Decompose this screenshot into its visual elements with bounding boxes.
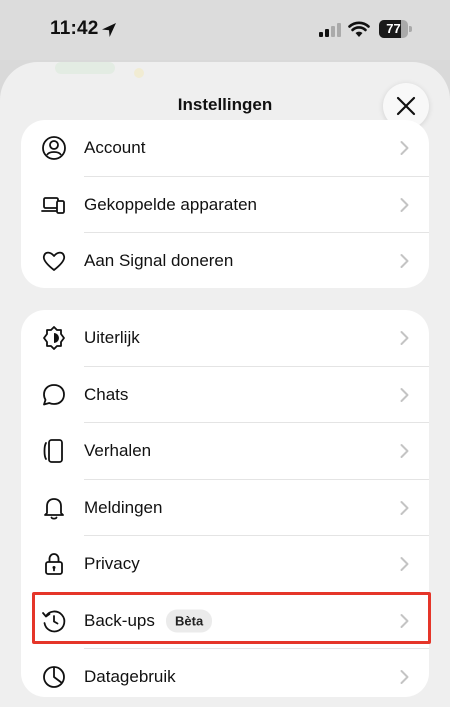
chevron-right-icon — [400, 557, 409, 572]
settings-row-label: Uiterlijk — [84, 328, 140, 348]
battery-icon: 77 — [379, 20, 412, 38]
chevron-right-icon — [400, 331, 409, 346]
lock-icon — [45, 553, 63, 576]
settings-row-label: Privacy — [84, 554, 140, 574]
chat-bubble-icon — [43, 383, 65, 406]
settings-row-label: Aan Signal doneren — [84, 251, 234, 271]
chevron-right-icon — [400, 444, 409, 459]
chevron-right-icon — [400, 141, 409, 156]
status-bar: 11:42 77 — [0, 0, 450, 60]
wifi-icon — [348, 21, 370, 37]
background-blur-dot — [134, 68, 144, 78]
person-circle-icon — [42, 136, 66, 161]
battery-level: 77 — [386, 21, 401, 36]
chevron-right-icon — [400, 670, 409, 685]
settings-row-notifications[interactable]: Meldingen — [21, 480, 429, 536]
chevron-right-icon — [400, 254, 409, 269]
settings-row-privacy[interactable]: Privacy — [21, 536, 429, 593]
settings-group-general: Uiterlijk Chats Verhalen Meldingen Priva… — [21, 310, 429, 697]
settings-row-stories[interactable]: Verhalen — [21, 423, 429, 480]
chevron-right-icon — [400, 197, 409, 212]
pie-chart-icon — [43, 666, 65, 689]
status-time: 11:42 — [50, 18, 99, 39]
beta-badge: Bèta — [166, 609, 213, 633]
chevron-right-icon — [400, 500, 409, 515]
settings-group-account: Account Gekoppelde apparaten Aan Signal … — [21, 120, 429, 288]
settings-row-label: Back-ups — [84, 610, 155, 630]
settings-row-appearance[interactable]: Uiterlijk — [21, 310, 429, 367]
settings-row-label: Datagebruik — [84, 667, 176, 687]
settings-row-label: Meldingen — [84, 497, 163, 517]
settings-row-label: Gekoppelde apparaten — [84, 194, 257, 214]
bell-icon — [44, 497, 64, 520]
backup-clock-icon — [42, 610, 66, 633]
settings-row-donate[interactable]: Aan Signal doneren — [21, 233, 429, 288]
chevron-right-icon — [400, 387, 409, 402]
devices-icon — [41, 196, 65, 214]
background-blur-shape — [55, 62, 115, 74]
close-icon — [396, 96, 416, 116]
settings-row-backups[interactable]: Back-ups Bèta — [21, 593, 429, 649]
settings-row-label: Account — [84, 138, 146, 158]
settings-row-linked-devices[interactable]: Gekoppelde apparaten — [21, 177, 429, 233]
appearance-icon — [43, 326, 65, 351]
location-arrow-icon — [102, 23, 116, 37]
settings-row-label: Verhalen — [84, 441, 152, 461]
chevron-right-icon — [400, 613, 409, 628]
settings-row-account[interactable]: Account — [21, 120, 429, 177]
settings-row-chats[interactable]: Chats — [21, 367, 429, 423]
heart-icon — [42, 251, 66, 272]
cellular-signal-icon — [319, 23, 341, 37]
settings-row-data-usage[interactable]: Datagebruik — [21, 649, 429, 697]
settings-row-label: Chats — [84, 384, 129, 404]
stories-icon — [43, 439, 63, 464]
